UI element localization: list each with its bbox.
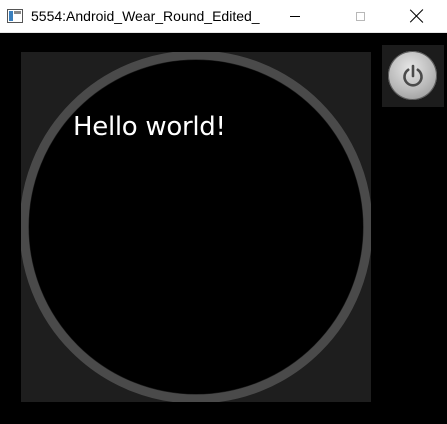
- minimize-icon: [290, 15, 300, 17]
- maximize-icon: [355, 11, 365, 21]
- emulator-app-icon[interactable]: [7, 9, 23, 23]
- hello-world-text: Hello world!: [73, 112, 226, 142]
- close-button[interactable]: [394, 0, 440, 32]
- maximize-button[interactable]: [337, 0, 383, 32]
- round-watch-face: [21, 52, 371, 402]
- watch-screen[interactable]: Hello world!: [21, 52, 371, 402]
- minimize-button[interactable]: [272, 0, 318, 32]
- close-icon: [410, 9, 424, 23]
- window-titlebar[interactable]: 5554:Android_Wear_Round_Edited_: [0, 0, 447, 33]
- power-button[interactable]: [388, 51, 437, 100]
- power-icon: [402, 64, 423, 87]
- window-title: 5554:Android_Wear_Round_Edited_: [31, 8, 260, 24]
- emulator-side-panel: [382, 45, 444, 107]
- watch-display: [29, 60, 363, 394]
